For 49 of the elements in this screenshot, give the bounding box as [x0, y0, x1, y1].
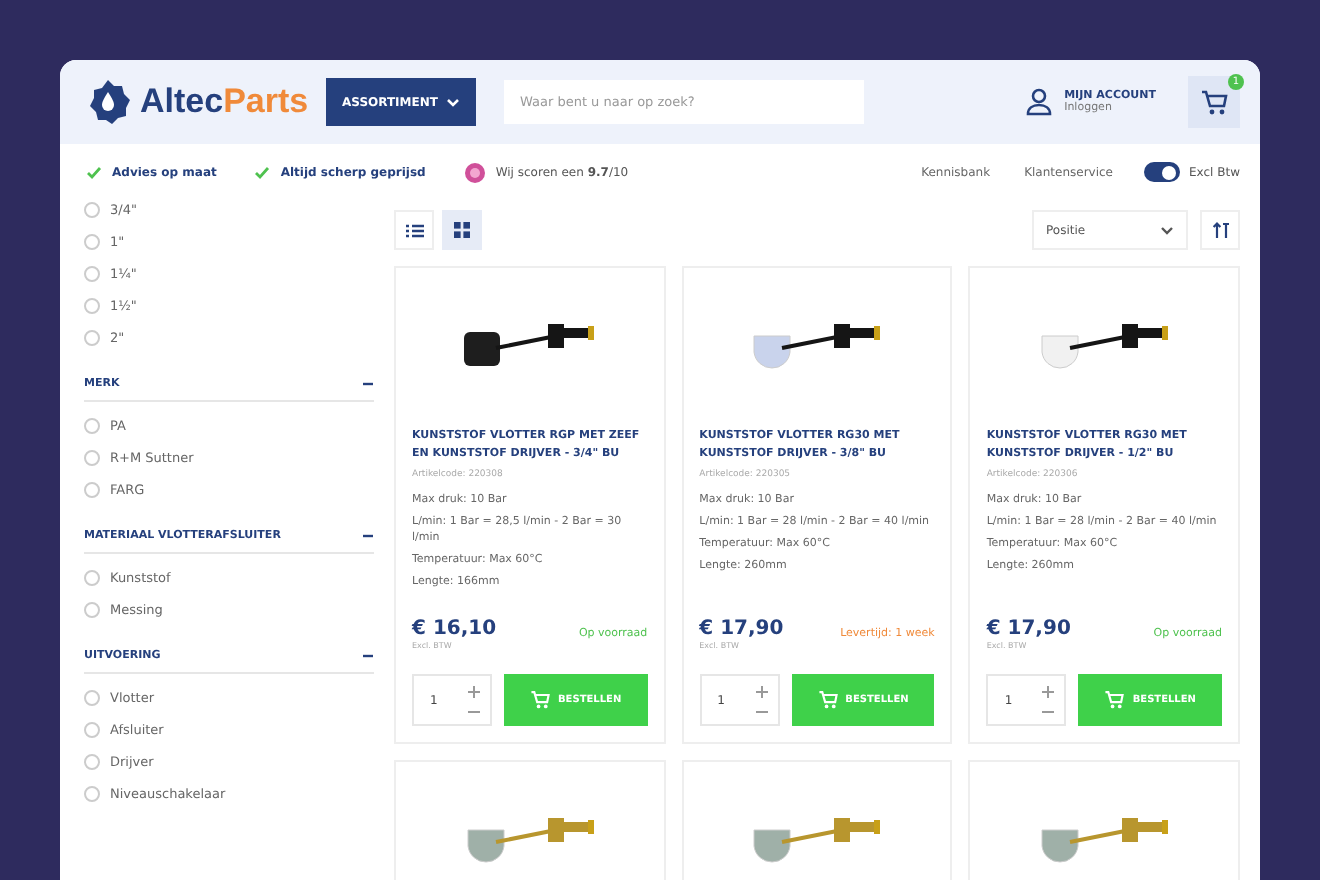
sort-arrow-icon — [1211, 222, 1229, 238]
product-card[interactable] — [968, 266, 1240, 744]
grid-view-button[interactable] — [442, 210, 482, 250]
filter-checkbox[interactable] — [84, 298, 100, 314]
plus-icon[interactable] — [755, 686, 768, 698]
filter-checkbox[interactable] — [84, 418, 100, 434]
filter-checkbox[interactable] — [84, 482, 100, 498]
collapse-icon[interactable] — [362, 530, 374, 542]
list-view-button[interactable] — [394, 210, 434, 250]
filter-checkbox[interactable] — [84, 722, 100, 738]
price: € 17,90 — [699, 618, 784, 640]
cart-icon — [1200, 89, 1228, 115]
vat-toggle[interactable] — [1143, 162, 1179, 182]
product-card[interactable] — [681, 266, 953, 744]
logo-text[interactable]: AltecParts — [140, 82, 309, 122]
collapse-icon[interactable] — [362, 378, 374, 390]
chevron-down-icon — [445, 97, 460, 107]
price: € 16,10 — [412, 618, 497, 640]
filter-checkbox[interactable] — [84, 786, 100, 802]
cart-icon — [530, 690, 550, 710]
product-card[interactable] — [394, 266, 666, 744]
cart-icon — [817, 690, 838, 710]
plus-icon[interactable] — [468, 686, 480, 698]
user-icon — [1026, 88, 1053, 116]
cart-button[interactable] — [1188, 76, 1240, 128]
filter-checkbox[interactable] — [84, 202, 100, 218]
chevron-down-icon — [1160, 225, 1174, 235]
filter-checkbox[interactable] — [84, 234, 100, 250]
minus-icon[interactable] — [1042, 710, 1055, 714]
filter-checkbox[interactable] — [84, 570, 100, 586]
filter-checkbox[interactable] — [84, 330, 100, 346]
check-icon — [86, 165, 102, 179]
filter-checkbox[interactable] — [84, 602, 100, 618]
cart-icon — [1104, 690, 1125, 710]
filter-checkbox[interactable] — [84, 754, 100, 770]
logo-icon — [84, 78, 132, 126]
check-icon — [254, 165, 271, 179]
filter-checkbox[interactable] — [84, 690, 100, 706]
price: € 17,90 — [986, 618, 1071, 640]
plus-icon[interactable] — [1042, 686, 1055, 698]
list-icon — [405, 223, 423, 237]
rating-badge-icon — [463, 161, 486, 183]
filter-checkbox[interactable] — [84, 266, 100, 282]
minus-icon[interactable] — [755, 710, 768, 714]
filter-checkbox[interactable] — [84, 450, 100, 466]
minus-icon[interactable] — [468, 710, 480, 714]
collapse-icon[interactable] — [362, 650, 374, 662]
grid-icon — [454, 222, 470, 238]
sort-direction-button[interactable] — [1200, 210, 1240, 250]
